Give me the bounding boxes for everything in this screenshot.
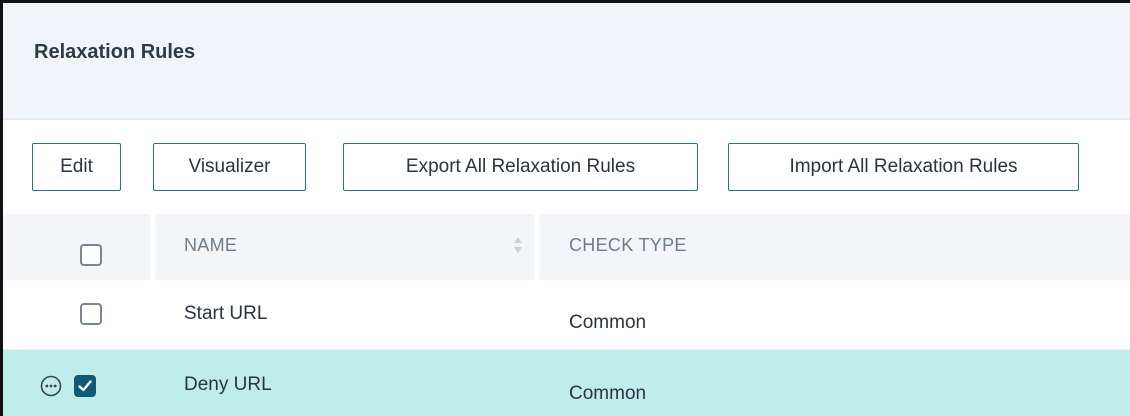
more-options-icon[interactable]	[40, 375, 62, 397]
visualizer-button[interactable]: Visualizer	[153, 143, 306, 191]
relaxation-rules-panel: Relaxation Rules Edit Visualizer Export …	[0, 0, 1130, 416]
select-all-checkbox[interactable]	[80, 244, 102, 266]
table-row[interactable]: Start URL Common	[3, 280, 1130, 350]
select-all-cell	[3, 214, 153, 280]
rule-name: Deny URL	[184, 374, 272, 395]
column-header-name[interactable]: NAME	[154, 214, 534, 280]
panel-header: Relaxation Rules	[3, 3, 1130, 120]
toolbar: Edit Visualizer Export All Relaxation Ru…	[3, 122, 1130, 214]
export-all-relaxation-rules-button[interactable]: Export All Relaxation Rules	[343, 143, 698, 191]
column-header-check-type-label: CHECK TYPE	[569, 235, 687, 255]
rule-check-type: Common	[569, 312, 647, 333]
sort-icon[interactable]	[512, 235, 524, 255]
rule-name: Start URL	[184, 303, 268, 324]
edit-button[interactable]: Edit	[32, 143, 121, 191]
page-title: Relaxation Rules	[34, 41, 196, 63]
table-row-selected[interactable]: Deny URL Common	[3, 350, 1130, 416]
row-checkbox-checked[interactable]	[74, 375, 96, 397]
row-checkbox[interactable]	[80, 303, 102, 325]
table-header: NAME CHECK TYPE	[3, 214, 1130, 280]
import-all-relaxation-rules-button[interactable]: Import All Relaxation Rules	[728, 143, 1079, 191]
column-header-check-type[interactable]: CHECK TYPE	[539, 214, 1130, 280]
rule-check-type: Common	[569, 383, 647, 404]
checkmark-icon	[78, 380, 92, 392]
column-header-name-label: NAME	[184, 235, 238, 255]
